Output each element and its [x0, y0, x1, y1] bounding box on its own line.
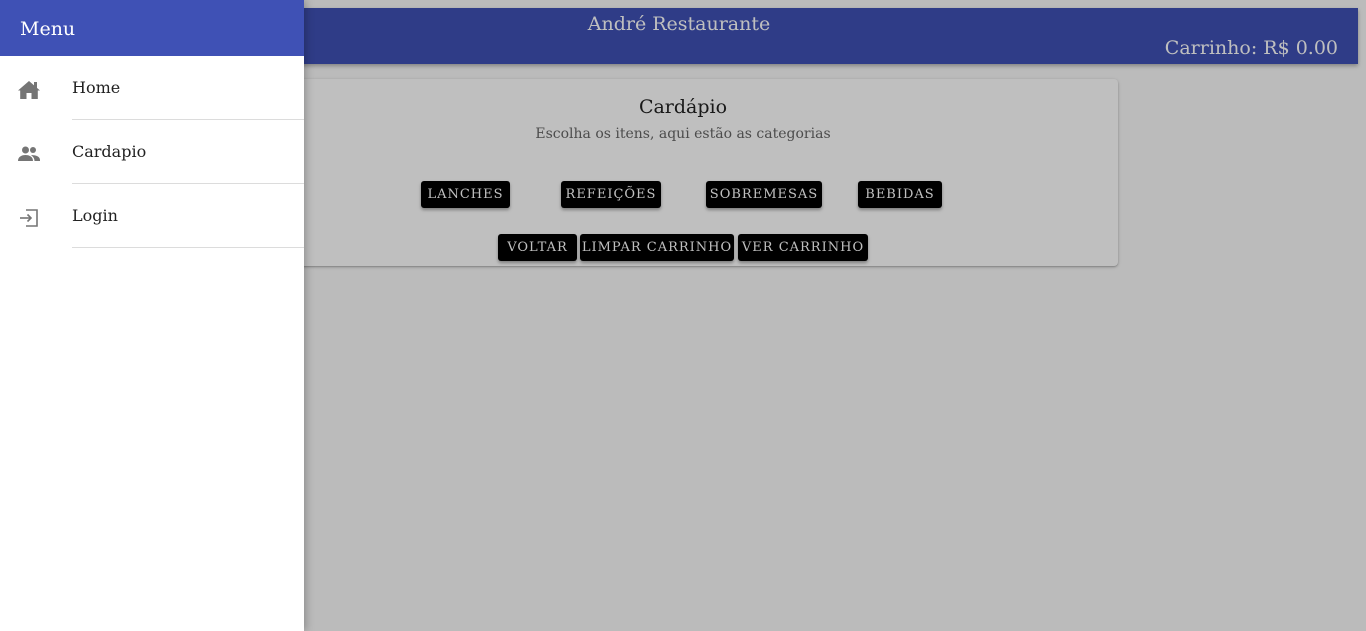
drawer-item-home[interactable]: Home — [0, 56, 304, 120]
drawer-item-label: Login — [72, 206, 118, 225]
drawer-item-label: Home — [72, 78, 121, 97]
divider — [72, 247, 304, 248]
drawer-title: Menu — [0, 0, 304, 56]
home-icon — [17, 78, 41, 102]
drawer-item-label: Cardapio — [72, 142, 147, 161]
drawer-item-cardapio[interactable]: Cardapio — [0, 120, 304, 184]
drawer-item-login[interactable]: Login — [0, 184, 304, 248]
login-icon — [17, 206, 41, 230]
side-drawer: Menu Home Cardapio Login — [0, 0, 304, 631]
people-icon — [17, 142, 41, 166]
